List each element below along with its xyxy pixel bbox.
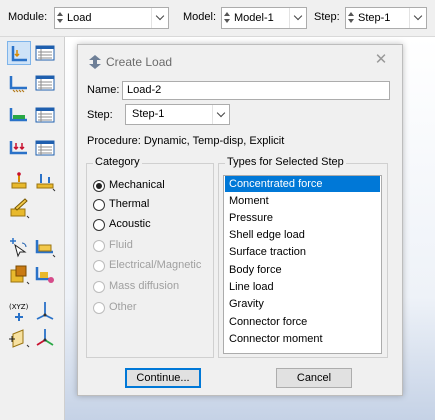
name-value: Load-2	[127, 84, 162, 96]
types-list[interactable]: Concentrated force Moment Pressure Shell…	[223, 175, 382, 354]
list-item-line-load[interactable]: Line load	[225, 279, 380, 295]
create-load-icon[interactable]	[7, 41, 31, 65]
name-field[interactable]: Load-2	[122, 81, 390, 100]
radio-label: Electrical/Magnetic	[109, 259, 202, 271]
create-load-dialog: Create Load ✕ Name: Load-2 Step: Step-1 …	[77, 44, 403, 396]
types-title: Types for Selected Step	[225, 156, 346, 168]
step-select-value: Step-1	[132, 108, 165, 120]
create-predefined-field-icon[interactable]	[7, 103, 31, 127]
list-item-shell-edge-load[interactable]: Shell edge load	[225, 227, 380, 243]
chevron-down-icon	[413, 11, 423, 21]
edit-attribute-icon[interactable]	[7, 196, 31, 220]
bc-manager-icon[interactable]	[33, 71, 57, 95]
radio-label: Thermal	[109, 198, 150, 210]
radio-button	[93, 240, 105, 252]
radio-label: Mechanical	[109, 179, 165, 191]
list-item-moment[interactable]: Moment	[225, 193, 380, 209]
radio-label: Other	[109, 301, 137, 313]
list-item-pressure[interactable]: Pressure	[225, 210, 380, 226]
load-manager-icon[interactable]	[33, 41, 57, 65]
radio-button[interactable]	[93, 180, 105, 192]
create-coordinate-system-icon[interactable]: (XYZ)	[7, 299, 31, 323]
radio-thermal[interactable]: Thermal	[93, 197, 218, 215]
create-load-case-icon[interactable]	[7, 136, 31, 160]
load-case-manager-icon[interactable]	[33, 136, 57, 160]
create-datum-axis-icon[interactable]	[33, 169, 57, 193]
step-combo[interactable]: Step-1	[345, 7, 427, 29]
dialog-title: Create Load	[106, 55, 173, 69]
toolbox: (XYZ)	[0, 37, 65, 420]
name-label: Name:	[87, 84, 120, 96]
radio-label: Fluid	[109, 239, 133, 251]
svg-text:(XYZ): (XYZ)	[9, 303, 29, 311]
predefined-field-manager-icon[interactable]	[33, 103, 57, 127]
dropdown-button[interactable]	[212, 105, 229, 124]
radio-button	[93, 281, 105, 293]
cancel-button[interactable]: Cancel	[276, 368, 352, 388]
module-label: Module:	[8, 11, 48, 23]
radio-button[interactable]	[93, 219, 105, 231]
step-value: Step-1	[358, 12, 391, 24]
step-select[interactable]: Step-1	[125, 104, 230, 125]
list-item-body-force[interactable]: Body force	[225, 262, 380, 278]
list-item-connector-moment[interactable]: Connector moment	[225, 331, 380, 347]
radio-electrical-magnetic: Electrical/Magnetic	[93, 258, 218, 276]
model-combo[interactable]: Model-1	[221, 7, 307, 29]
step-label: Step:	[87, 109, 113, 121]
create-datum-point-icon[interactable]	[7, 169, 31, 193]
radio-button	[93, 260, 105, 272]
radio-fluid: Fluid	[93, 238, 218, 256]
datum-plane-icon[interactable]	[7, 325, 31, 349]
load-arrow-icon	[89, 55, 101, 69]
chevron-down-icon	[216, 108, 226, 118]
model-label: Model:	[183, 11, 217, 23]
list-item-gravity[interactable]: Gravity	[225, 296, 380, 312]
chevron-down-icon	[155, 11, 165, 21]
continue-button[interactable]: Continue...	[125, 368, 201, 388]
radio-acoustic[interactable]: Acoustic	[93, 217, 218, 235]
model-value: Model-1	[234, 12, 274, 24]
chevron-down-icon	[293, 11, 303, 21]
partition-face-icon[interactable]	[33, 235, 57, 259]
dropdown-button[interactable]	[289, 8, 306, 28]
dropdown-button[interactable]	[409, 8, 426, 28]
radio-button	[93, 302, 105, 314]
radio-label: Acoustic	[109, 218, 151, 230]
datum-csys-icon[interactable]	[33, 325, 57, 349]
list-item-connector-force[interactable]: Connector force	[225, 314, 380, 330]
procedure-text: Procedure: Dynamic, Temp-disp, Explicit	[87, 135, 285, 147]
list-item-surface-traction[interactable]: Surface traction	[225, 244, 380, 260]
radio-button[interactable]	[93, 199, 105, 211]
create-bc-icon[interactable]	[7, 71, 31, 95]
dialog-title-bar[interactable]: Create Load	[88, 54, 388, 70]
radio-mass-diffusion: Mass diffusion	[93, 279, 218, 297]
close-icon[interactable]: ✕	[372, 51, 390, 69]
radio-mechanical[interactable]: Mechanical	[93, 178, 218, 196]
module-value: Load	[67, 12, 92, 24]
context-bar: Module: Load Model: Model-1 Step: Step-1	[0, 0, 435, 37]
dropdown-button[interactable]	[151, 8, 168, 28]
create-set-icon[interactable]	[7, 262, 31, 286]
list-item-concentrated-force[interactable]: Concentrated force	[225, 176, 380, 192]
spin-icon[interactable]	[57, 11, 64, 25]
module-combo[interactable]: Load	[54, 7, 169, 29]
spin-icon[interactable]	[224, 11, 231, 25]
query-icon[interactable]	[7, 235, 31, 259]
csys-axes-icon[interactable]	[33, 299, 57, 323]
step-label: Step:	[314, 11, 340, 23]
radio-other: Other	[93, 300, 218, 318]
category-title: Category	[93, 156, 142, 168]
radio-label: Mass diffusion	[109, 280, 180, 292]
spin-icon[interactable]	[348, 11, 355, 25]
create-surface-icon[interactable]	[33, 262, 57, 286]
